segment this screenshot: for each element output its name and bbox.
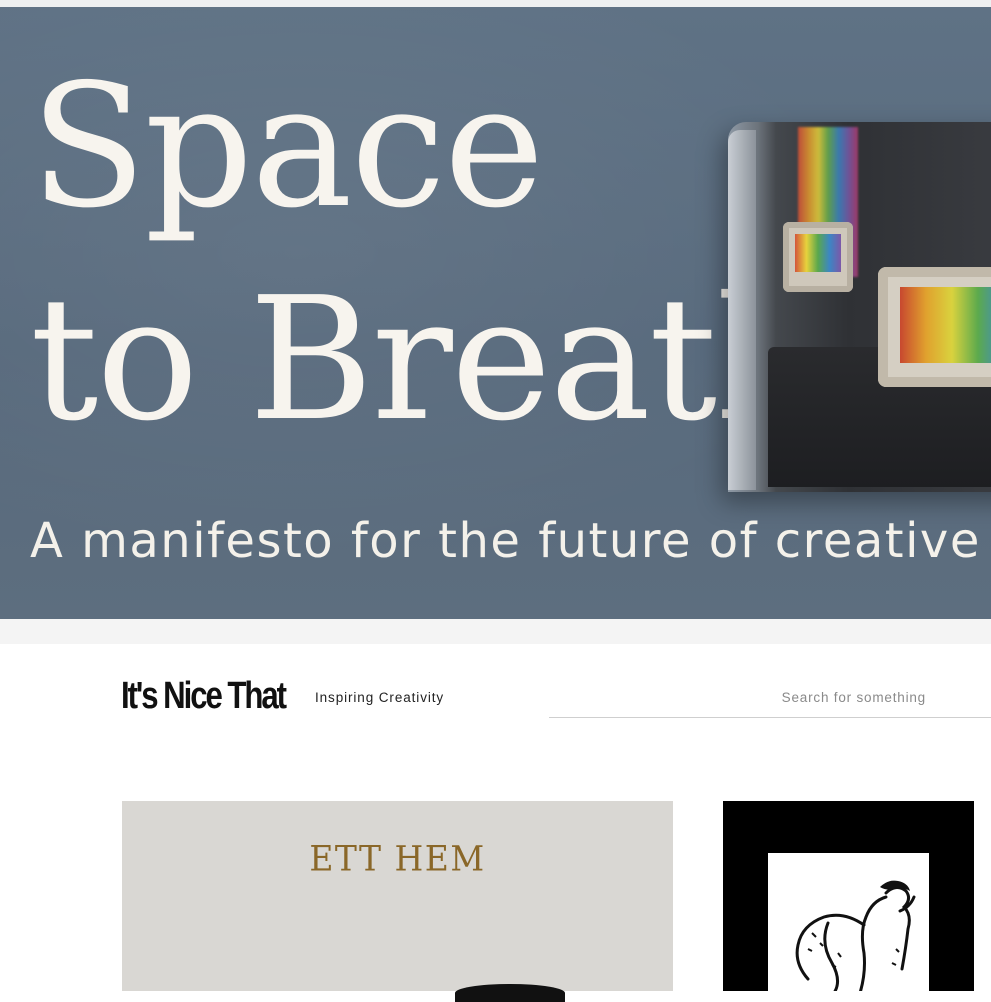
banner-subheadline: A manifesto for the future of creative w…	[30, 513, 991, 569]
article-card-ett-hem[interactable]: ETT HEM	[122, 801, 673, 991]
article-card-drawing[interactable]	[723, 801, 974, 991]
promo-banner[interactable]: Space to Breathe A manifesto for the fut…	[0, 7, 991, 619]
article-image-text: ETT HEM	[309, 838, 486, 879]
figure-drawing-icon	[795, 880, 916, 991]
retro-computer-illustration	[728, 122, 991, 492]
site-tagline: Inspiring Creativity	[315, 690, 445, 705]
banner-spacer	[0, 619, 991, 644]
large-crt-monitor	[878, 267, 991, 387]
search-input[interactable]	[549, 678, 991, 718]
drawing-paper	[768, 853, 929, 991]
banner-headline-line-1: Space	[30, 48, 544, 246]
small-crt-monitor	[783, 222, 853, 292]
site-logo[interactable]: It's Nice That	[121, 676, 287, 716]
article-image-figure	[455, 984, 565, 1002]
top-strip	[0, 0, 991, 7]
doorframe-edge	[728, 130, 756, 490]
